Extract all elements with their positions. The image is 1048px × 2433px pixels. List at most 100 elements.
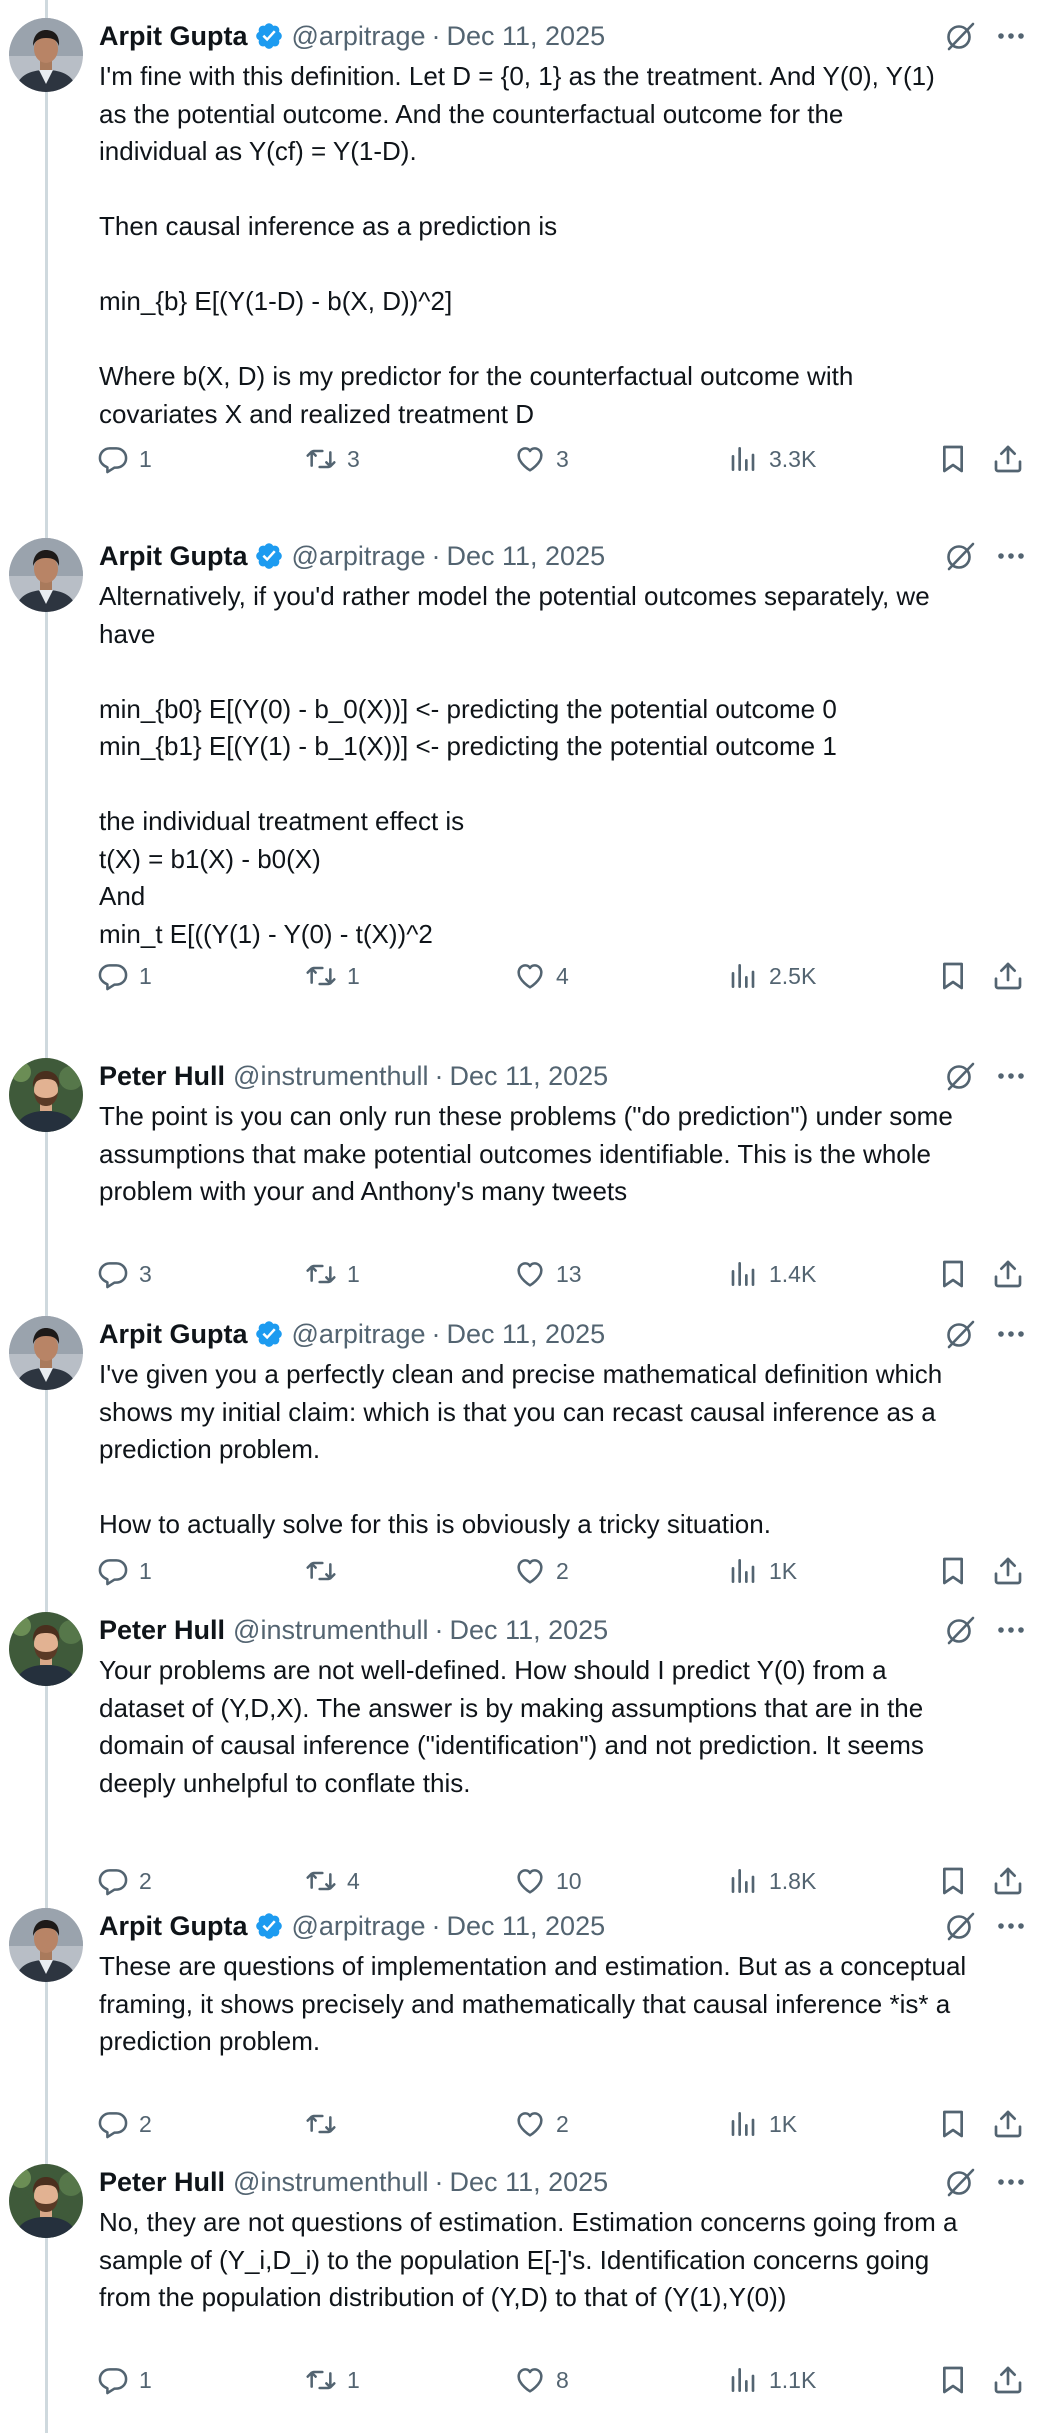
views-button[interactable]: 1K — [727, 2104, 797, 2144]
author-handle[interactable]: @instrumenthull — [233, 1061, 429, 1092]
bookmark-button[interactable] — [937, 1254, 969, 1294]
reply-button[interactable]: 2 — [97, 2104, 152, 2144]
repost-button[interactable] — [305, 2104, 347, 2144]
reply-button[interactable]: 1 — [97, 956, 152, 996]
grok-icon[interactable] — [944, 1614, 976, 1646]
views-count: 3.3K — [769, 445, 817, 472]
share-button[interactable] — [992, 1254, 1024, 1294]
views-button[interactable]: 1K — [727, 1551, 797, 1591]
repost-button[interactable]: 1 — [305, 1254, 360, 1294]
more-icon[interactable] — [995, 1320, 1027, 1348]
grok-icon[interactable] — [944, 1910, 976, 1942]
grok-icon[interactable] — [944, 1318, 976, 1350]
avatar[interactable] — [9, 1908, 83, 1982]
share-button[interactable] — [992, 2360, 1024, 2400]
avatar[interactable] — [9, 1316, 83, 1390]
tweet-date[interactable]: Dec 11, 2025 — [450, 1615, 609, 1646]
tweet-text: Your problems are not well-defined. How … — [99, 1655, 924, 1798]
avatar[interactable] — [9, 1058, 83, 1132]
author-handle[interactable]: @instrumenthull — [233, 2167, 429, 2198]
bookmark-button[interactable] — [937, 2104, 969, 2144]
reply-button[interactable]: 1 — [97, 439, 152, 479]
author-handle[interactable]: @instrumenthull — [233, 1615, 429, 1646]
views-button[interactable]: 2.5K — [727, 956, 816, 996]
tweet-date[interactable]: Dec 11, 2025 — [450, 1061, 609, 1092]
tweet[interactable]: Arpit Gupta @arpitrage · Dec 11, 2025 I'… — [0, 0, 1048, 520]
share-icon — [992, 2364, 1024, 2396]
reply-count: 1 — [139, 2366, 152, 2393]
bookmark-button[interactable] — [937, 956, 969, 996]
author-name[interactable]: Arpit Gupta — [99, 1319, 248, 1350]
tweet-date[interactable]: Dec 11, 2025 — [450, 2167, 609, 2198]
avatar[interactable] — [9, 2164, 83, 2238]
reply-button[interactable]: 1 — [97, 2360, 152, 2400]
share-button[interactable] — [992, 956, 1024, 996]
like-button[interactable]: 3 — [514, 439, 569, 479]
avatar[interactable] — [9, 1612, 83, 1686]
bookmark-button[interactable] — [937, 2360, 969, 2400]
author-handle[interactable]: @arpitrage — [292, 1319, 426, 1350]
grok-icon[interactable] — [944, 540, 976, 572]
more-icon[interactable] — [995, 22, 1027, 50]
reply-button[interactable]: 1 — [97, 1551, 152, 1591]
repost-button[interactable] — [305, 1551, 347, 1591]
reply-count: 3 — [139, 1260, 152, 1287]
share-button[interactable] — [992, 2104, 1024, 2144]
repost-count: 3 — [347, 445, 360, 472]
repost-button[interactable]: 1 — [305, 2360, 360, 2400]
tweet[interactable]: Arpit Gupta @arpitrage · Dec 11, 2025 Al… — [0, 520, 1048, 1040]
author-handle[interactable]: @arpitrage — [292, 1911, 426, 1942]
views-button[interactable]: 1.4K — [727, 1254, 816, 1294]
repost-icon — [305, 2364, 337, 2396]
tweet[interactable]: Peter Hull @instrumenthull · Dec 11, 202… — [0, 2146, 1048, 2433]
author-name[interactable]: Peter Hull — [99, 1061, 225, 1092]
reply-count: 1 — [139, 445, 152, 472]
like-button[interactable]: 8 — [514, 2360, 569, 2400]
more-icon[interactable] — [995, 1062, 1027, 1090]
avatar[interactable] — [9, 18, 83, 92]
more-icon[interactable] — [995, 2168, 1027, 2196]
author-name[interactable]: Arpit Gupta — [99, 21, 248, 52]
tweet[interactable]: Peter Hull @instrumenthull · Dec 11, 202… — [0, 1040, 1048, 1298]
like-button[interactable]: 2 — [514, 2104, 569, 2144]
tweet-date[interactable]: Dec 11, 2025 — [446, 21, 605, 52]
author-name[interactable]: Arpit Gupta — [99, 541, 248, 572]
avatar[interactable] — [9, 538, 83, 612]
views-icon — [727, 1258, 759, 1290]
tweet[interactable]: Arpit Gupta @arpitrage · Dec 11, 2025 Th… — [0, 1890, 1048, 2146]
more-icon[interactable] — [995, 542, 1027, 570]
like-button[interactable]: 13 — [514, 1254, 582, 1294]
repost-button[interactable]: 1 — [305, 956, 360, 996]
more-icon[interactable] — [995, 1616, 1027, 1644]
author-handle[interactable]: @arpitrage — [292, 21, 426, 52]
reply-button[interactable]: 3 — [97, 1254, 152, 1294]
verified-badge-icon — [254, 1911, 284, 1941]
author-handle[interactable]: @arpitrage — [292, 541, 426, 572]
tweet[interactable]: Peter Hull @instrumenthull · Dec 11, 202… — [0, 1594, 1048, 1896]
tweet-header: Arpit Gupta @arpitrage · Dec 11, 2025 — [99, 1316, 605, 1352]
author-name[interactable]: Peter Hull — [99, 1615, 225, 1646]
views-button[interactable]: 1.1K — [727, 2360, 816, 2400]
bookmark-icon — [937, 2364, 969, 2396]
like-button[interactable]: 2 — [514, 1551, 569, 1591]
tweet-date[interactable]: Dec 11, 2025 — [446, 541, 605, 572]
more-icon[interactable] — [995, 1912, 1027, 1940]
bookmark-button[interactable] — [937, 439, 969, 479]
grok-icon[interactable] — [944, 20, 976, 52]
share-button[interactable] — [992, 439, 1024, 479]
tweet-date[interactable]: Dec 11, 2025 — [446, 1319, 605, 1350]
author-name[interactable]: Arpit Gupta — [99, 1911, 248, 1942]
repost-button[interactable]: 3 — [305, 439, 360, 479]
grok-icon[interactable] — [944, 1060, 976, 1092]
bookmark-button[interactable] — [937, 1551, 969, 1591]
tweet[interactable]: Arpit Gupta @arpitrage · Dec 11, 2025 I'… — [0, 1298, 1048, 1594]
tweet-text: The point is you can only run these prob… — [99, 1101, 953, 1206]
share-button[interactable] — [992, 1551, 1024, 1591]
grok-icon[interactable] — [944, 2166, 976, 2198]
reply-icon — [97, 2108, 129, 2140]
repost-count: 1 — [347, 2366, 360, 2393]
views-button[interactable]: 3.3K — [727, 439, 816, 479]
like-button[interactable]: 4 — [514, 956, 569, 996]
author-name[interactable]: Peter Hull — [99, 2167, 225, 2198]
tweet-date[interactable]: Dec 11, 2025 — [446, 1911, 605, 1942]
